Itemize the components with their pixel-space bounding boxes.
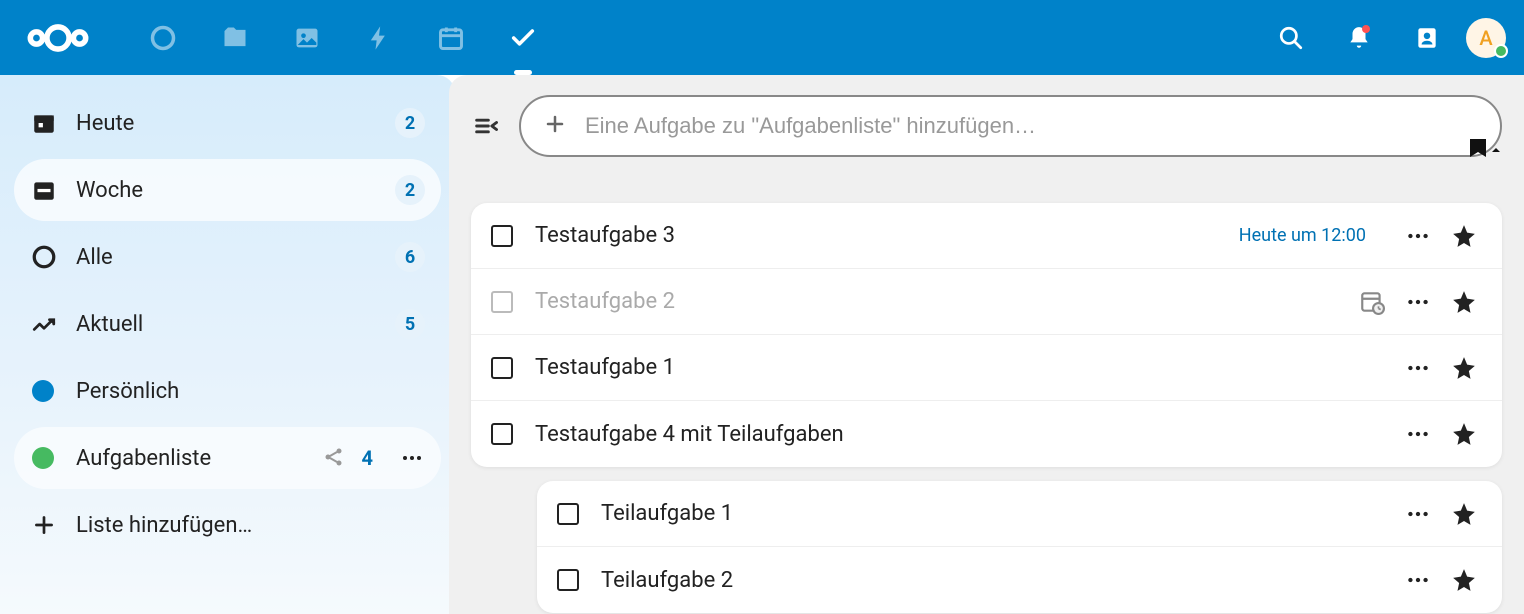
sidebar-item-label: Aktuell: [76, 312, 395, 337]
tasks-icon[interactable]: [508, 13, 538, 63]
star-icon[interactable]: [1450, 500, 1478, 528]
task-title: Teilaufgabe 2: [601, 568, 1386, 593]
star-icon[interactable]: [1450, 354, 1478, 382]
list-color-dot-icon: [32, 380, 54, 402]
more-icon[interactable]: [1404, 354, 1432, 382]
header-right: [1276, 23, 1442, 53]
sidebar-filter-all[interactable]: Alle 6: [14, 226, 441, 288]
sidebar-filter-current[interactable]: Aktuell 5: [14, 293, 441, 355]
nextcloud-logo[interactable]: [18, 18, 98, 58]
calendar-clock-icon[interactable]: [1358, 288, 1386, 316]
checkbox-icon[interactable]: [491, 225, 513, 247]
task-title: Testaufgabe 3: [535, 223, 1239, 248]
sidebar-filter-week[interactable]: Woche 2: [14, 159, 441, 221]
task-row[interactable]: Teilaufgabe 2: [537, 547, 1502, 613]
app-nav: [148, 13, 538, 63]
avatar-initial: A: [1479, 26, 1492, 50]
checkbox-icon[interactable]: [491, 423, 513, 445]
task-row[interactable]: Testaufgabe 2: [471, 269, 1502, 335]
task-row[interactable]: Testaufgabe 4 mit Teilaufgaben: [471, 401, 1502, 467]
count-badge: 2: [395, 108, 425, 138]
star-icon[interactable]: [1450, 222, 1478, 250]
task-title: Teilaufgabe 1: [601, 501, 1386, 526]
task-row[interactable]: Teilaufgabe 1: [537, 481, 1502, 547]
more-icon[interactable]: [1404, 288, 1432, 316]
sidebar-add-list[interactable]: Liste hinzufügen…: [14, 494, 441, 556]
task-row[interactable]: Testaufgabe 1: [471, 335, 1502, 401]
app-header: A: [0, 0, 1524, 75]
circle-icon: [30, 243, 58, 271]
list-count: 4: [362, 446, 373, 470]
star-icon[interactable]: [1450, 288, 1478, 316]
sidebar-item-label: Woche: [76, 178, 395, 203]
star-icon[interactable]: [1450, 566, 1478, 594]
more-icon[interactable]: [1404, 566, 1432, 594]
star-icon[interactable]: [1450, 420, 1478, 448]
sidebar-list-aufgabenliste[interactable]: Aufgabenliste 4: [14, 427, 441, 489]
activity-icon[interactable]: [364, 13, 394, 63]
trending-icon: [30, 310, 58, 338]
task-list: Testaufgabe 3 Heute um 12:00 Testaufgabe…: [471, 203, 1502, 467]
notification-dot-icon: [1362, 25, 1370, 33]
photos-icon[interactable]: [292, 13, 322, 63]
count-badge: 2: [395, 175, 425, 205]
share-icon[interactable]: [322, 445, 348, 471]
sort-order-icon[interactable]: [1468, 137, 1502, 163]
calendar-icon[interactable]: [436, 13, 466, 63]
plus-icon: [30, 511, 58, 539]
more-icon[interactable]: [1404, 500, 1432, 528]
list-color-dot-icon: [32, 447, 54, 469]
task-row[interactable]: Testaufgabe 3 Heute um 12:00: [471, 203, 1502, 269]
task-title: Testaufgabe 4 mit Teilaufgaben: [535, 422, 1386, 447]
task-title: Testaufgabe 1: [535, 355, 1386, 380]
task-title: Testaufgabe 2: [535, 289, 1340, 314]
checkbox-icon[interactable]: [491, 291, 513, 313]
sidebar-list-personal[interactable]: Persönlich: [14, 360, 441, 422]
task-due-text: Heute um 12:00: [1239, 225, 1366, 246]
sidebar-filter-today[interactable]: Heute 2: [14, 92, 441, 154]
search-icon[interactable]: [1276, 23, 1306, 53]
sidebar-item-label: Heute: [76, 111, 395, 136]
checkbox-icon[interactable]: [557, 569, 579, 591]
sidebar-item-label: Persönlich: [76, 379, 425, 404]
main-content: .sort-btn{display:none} x x Testaufgabe …: [449, 75, 1524, 614]
subtask-list: Teilaufgabe 1 Teilaufgabe 2: [537, 481, 1502, 613]
more-icon[interactable]: [1404, 420, 1432, 448]
calendar-day-icon: [30, 109, 58, 137]
count-badge: 5: [395, 309, 425, 339]
checkbox-icon[interactable]: [557, 503, 579, 525]
calendar-week-icon: [30, 176, 58, 204]
sidebar-item-label: Aufgabenliste: [76, 446, 322, 471]
contacts-icon[interactable]: [1412, 23, 1442, 53]
files-icon[interactable]: [220, 13, 250, 63]
dashboard-icon[interactable]: [148, 13, 178, 63]
sidebar-item-label: Alle: [76, 245, 395, 270]
checkbox-icon[interactable]: [491, 357, 513, 379]
sidebar: Heute 2 Woche 2 Alle 6 Aktuell 5 Persönl…: [0, 75, 455, 614]
count-badge: 6: [395, 242, 425, 272]
more-icon[interactable]: [1404, 222, 1432, 250]
more-icon[interactable]: [399, 445, 425, 471]
notifications-icon[interactable]: [1344, 23, 1374, 53]
status-online-icon: [1494, 44, 1508, 58]
sidebar-item-label: Liste hinzufügen…: [76, 513, 425, 538]
user-avatar[interactable]: A: [1466, 18, 1506, 58]
